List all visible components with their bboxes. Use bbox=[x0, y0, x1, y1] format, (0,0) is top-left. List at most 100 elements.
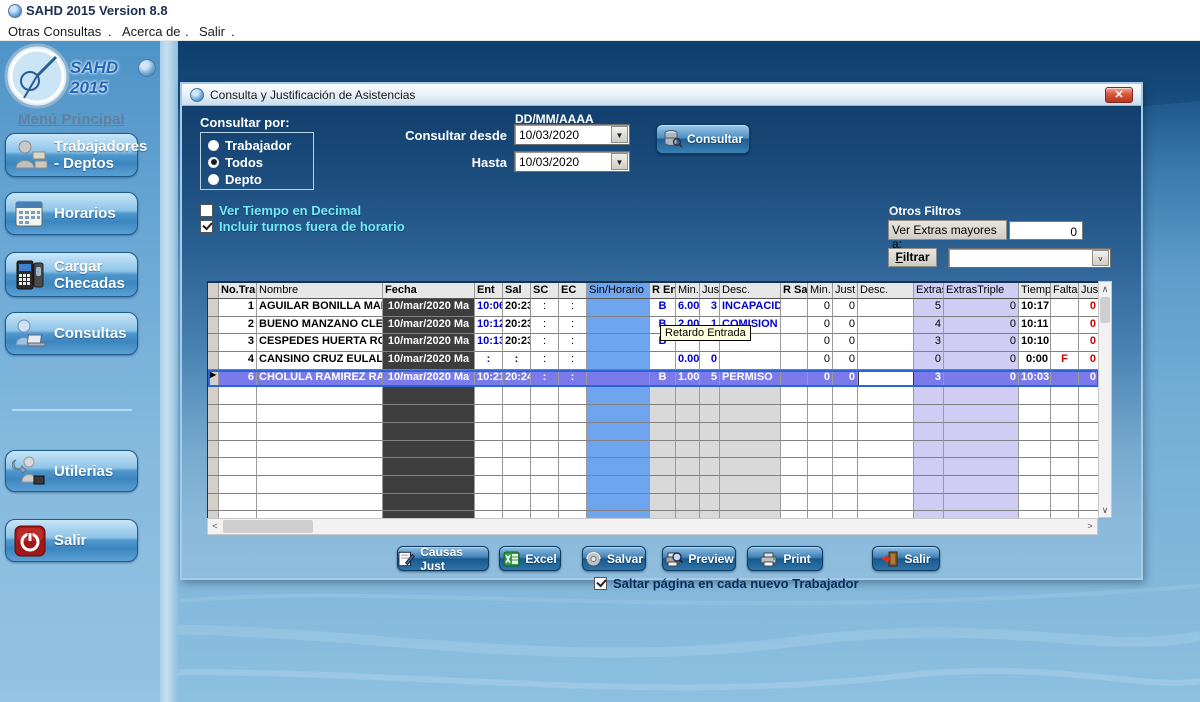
grid-row[interactable]: 3CESPEDES HUERTA ROBE10/mar/2020 Ma10:13… bbox=[208, 334, 1098, 352]
sidebar-item-trabajadores[interactable]: Trabajadores - Deptos bbox=[5, 133, 138, 177]
grid-cell-just2[interactable]: 0 bbox=[833, 352, 858, 370]
radio-depto[interactable]: Depto bbox=[208, 171, 262, 187]
grid-cell-just2[interactable]: 0 bbox=[833, 317, 858, 335]
grid-cell-sal[interactable]: 20:24 bbox=[503, 370, 531, 388]
grid-cell-min1[interactable]: 6.00 bbox=[676, 299, 700, 317]
grid-cell-just2[interactable]: 0 bbox=[833, 334, 858, 352]
grid-cell-extras[interactable]: 3 bbox=[914, 370, 944, 388]
filter-combo[interactable]: ˅ bbox=[948, 248, 1111, 268]
grid-cell-min2[interactable]: 0 bbox=[808, 299, 833, 317]
close-button[interactable]: ✕ bbox=[1105, 87, 1133, 103]
grid-cell-sal[interactable]: 20:23 bbox=[503, 299, 531, 317]
sidebar-item-cargar-checadas[interactable]: Cargar Checadas bbox=[5, 252, 138, 297]
sidebar-item-salir[interactable]: Salir bbox=[5, 519, 138, 562]
menu-salir[interactable]: Salir bbox=[199, 24, 225, 39]
sidebar-item-horarios[interactable]: Horarios bbox=[5, 192, 138, 235]
grid-cell-falta[interactable] bbox=[1051, 317, 1079, 335]
grid-cell-extras[interactable]: 5 bbox=[914, 299, 944, 317]
to-date-combo[interactable]: 10/03/2020 ▼ bbox=[514, 151, 630, 172]
grid-cell-falta[interactable] bbox=[1051, 370, 1079, 388]
grid-row[interactable]: 4CANSINO CRUZ EULALIO10/mar/2020 Ma::::0… bbox=[208, 352, 1098, 370]
grid-cell-just1[interactable]: 5 bbox=[700, 370, 720, 388]
grid-cell-marker[interactable] bbox=[208, 334, 219, 352]
grid-cell-sal[interactable]: 20:23 bbox=[503, 317, 531, 335]
grid-cell-ent[interactable]: 10:06 bbox=[475, 299, 503, 317]
grid-cell-sin[interactable] bbox=[587, 334, 650, 352]
extras-mayores-input[interactable] bbox=[1009, 221, 1083, 240]
dropdown-arrow-icon[interactable]: ▼ bbox=[611, 153, 628, 170]
grid-cell-rsal[interactable] bbox=[781, 352, 808, 370]
grid-cell-marker[interactable] bbox=[208, 299, 219, 317]
grid-cell-desc2[interactable] bbox=[858, 299, 914, 317]
grid-row[interactable] bbox=[208, 494, 1098, 512]
grid-cell-marker[interactable] bbox=[208, 317, 219, 335]
excel-button[interactable]: Excel bbox=[499, 546, 561, 571]
dropdown-arrow-icon[interactable]: ▼ bbox=[611, 126, 628, 143]
grid-cell-tiempo[interactable]: 10:11 bbox=[1019, 317, 1051, 335]
grid-cell-desc1[interactable] bbox=[720, 352, 781, 370]
grid-cell-desc2[interactable] bbox=[858, 352, 914, 370]
grid-cell-desc1[interactable]: INCAPACID bbox=[720, 299, 781, 317]
grid-cell-sal[interactable]: : bbox=[503, 352, 531, 370]
grid-cell-extras[interactable]: 0 bbox=[914, 352, 944, 370]
vertical-scrollbar[interactable]: ∧ ∨ bbox=[1098, 281, 1112, 518]
grid-cell-sc[interactable]: : bbox=[531, 334, 559, 352]
grid-cell-rent[interactable]: B bbox=[650, 370, 676, 388]
salir-dialog-button[interactable]: Salir bbox=[872, 546, 940, 571]
grid-cell-no[interactable]: 3 bbox=[219, 334, 257, 352]
grid-cell-extrastriple[interactable]: 0 bbox=[944, 334, 1019, 352]
vertical-scroll-thumb[interactable] bbox=[1100, 297, 1110, 323]
grid-row[interactable] bbox=[208, 423, 1098, 441]
grid-cell-tiempo[interactable]: 10:10 bbox=[1019, 334, 1051, 352]
grid-cell-jus[interactable]: 0 bbox=[1079, 370, 1098, 388]
grid-cell-sc[interactable]: : bbox=[531, 370, 559, 388]
checkbox-ver-tiempo-decimal[interactable]: Ver Tiempo en Decimal bbox=[200, 203, 361, 218]
grid-cell-fecha[interactable]: 10/mar/2020 Ma bbox=[383, 334, 475, 352]
grid-cell-fecha[interactable]: 10/mar/2020 Ma bbox=[383, 370, 475, 388]
grid-cell-rsal[interactable] bbox=[781, 334, 808, 352]
grid-row[interactable] bbox=[208, 387, 1098, 405]
grid-cell-sin[interactable] bbox=[587, 370, 650, 388]
grid-cell-fecha[interactable]: 10/mar/2020 Ma bbox=[383, 299, 475, 317]
grid-cell-sin[interactable] bbox=[587, 317, 650, 335]
causas-just-button[interactable]: Causas Just bbox=[397, 546, 489, 571]
grid-cell-falta[interactable]: F bbox=[1051, 352, 1079, 370]
grid-cell-desc2[interactable] bbox=[858, 317, 914, 335]
scroll-left-icon[interactable]: < bbox=[208, 519, 222, 534]
grid-cell-sc[interactable]: : bbox=[531, 299, 559, 317]
scroll-down-icon[interactable]: ∨ bbox=[1099, 503, 1111, 517]
grid-cell-min2[interactable]: 0 bbox=[808, 352, 833, 370]
grid-row[interactable]: 2BUENO MANZANO CLEM10/mar/2020 Ma10:1220… bbox=[208, 317, 1098, 335]
grid-cell-fecha[interactable]: 10/mar/2020 Ma bbox=[383, 352, 475, 370]
grid-cell-no[interactable]: 4 bbox=[219, 352, 257, 370]
grid-row[interactable] bbox=[208, 511, 1098, 518]
radio-todos[interactable]: Todos bbox=[208, 154, 263, 170]
grid-cell-no[interactable]: 1 bbox=[219, 299, 257, 317]
grid-cell-min2[interactable]: 0 bbox=[808, 317, 833, 335]
grid-row[interactable] bbox=[208, 441, 1098, 459]
grid-cell-ent[interactable]: : bbox=[475, 352, 503, 370]
grid-cell-no[interactable]: 2 bbox=[219, 317, 257, 335]
grid-cell-desc2[interactable] bbox=[858, 334, 914, 352]
grid-cell-extras[interactable]: 4 bbox=[914, 317, 944, 335]
menu-otras-consultas[interactable]: Otras Consultas bbox=[8, 24, 101, 39]
grid-cell-sin[interactable] bbox=[587, 352, 650, 370]
grid-cell-falta[interactable] bbox=[1051, 299, 1079, 317]
grid-cell-ent[interactable]: 10:12 bbox=[475, 317, 503, 335]
salvar-button[interactable]: Salvar bbox=[582, 546, 646, 571]
radio-trabajador[interactable]: Trabajador bbox=[208, 137, 291, 153]
grid-cell-sc[interactable]: : bbox=[531, 352, 559, 370]
grid-cell-ent[interactable]: 10:21 bbox=[475, 370, 503, 388]
grid-cell-desc1[interactable]: PERMISO bbox=[720, 370, 781, 388]
grid-cell-fecha[interactable]: 10/mar/2020 Ma bbox=[383, 317, 475, 335]
grid-row[interactable]: 1AGUILAR BONILLA MARY10/mar/2020 Ma10:06… bbox=[208, 299, 1098, 317]
grid-cell-sal[interactable]: 20:23 bbox=[503, 334, 531, 352]
horizontal-scrollbar[interactable]: < > bbox=[207, 518, 1098, 535]
grid-cell-nombre[interactable]: CESPEDES HUERTA ROBE bbox=[257, 334, 383, 352]
grid-cell-no[interactable]: 6 bbox=[219, 370, 257, 388]
horizontal-scroll-thumb[interactable] bbox=[223, 520, 313, 533]
preview-button[interactable]: Preview bbox=[662, 546, 736, 571]
sidebar-item-utilerias[interactable]: Utilerias bbox=[5, 450, 138, 492]
grid-row[interactable] bbox=[208, 476, 1098, 494]
grid-cell-min1[interactable]: 1.00 bbox=[676, 370, 700, 388]
